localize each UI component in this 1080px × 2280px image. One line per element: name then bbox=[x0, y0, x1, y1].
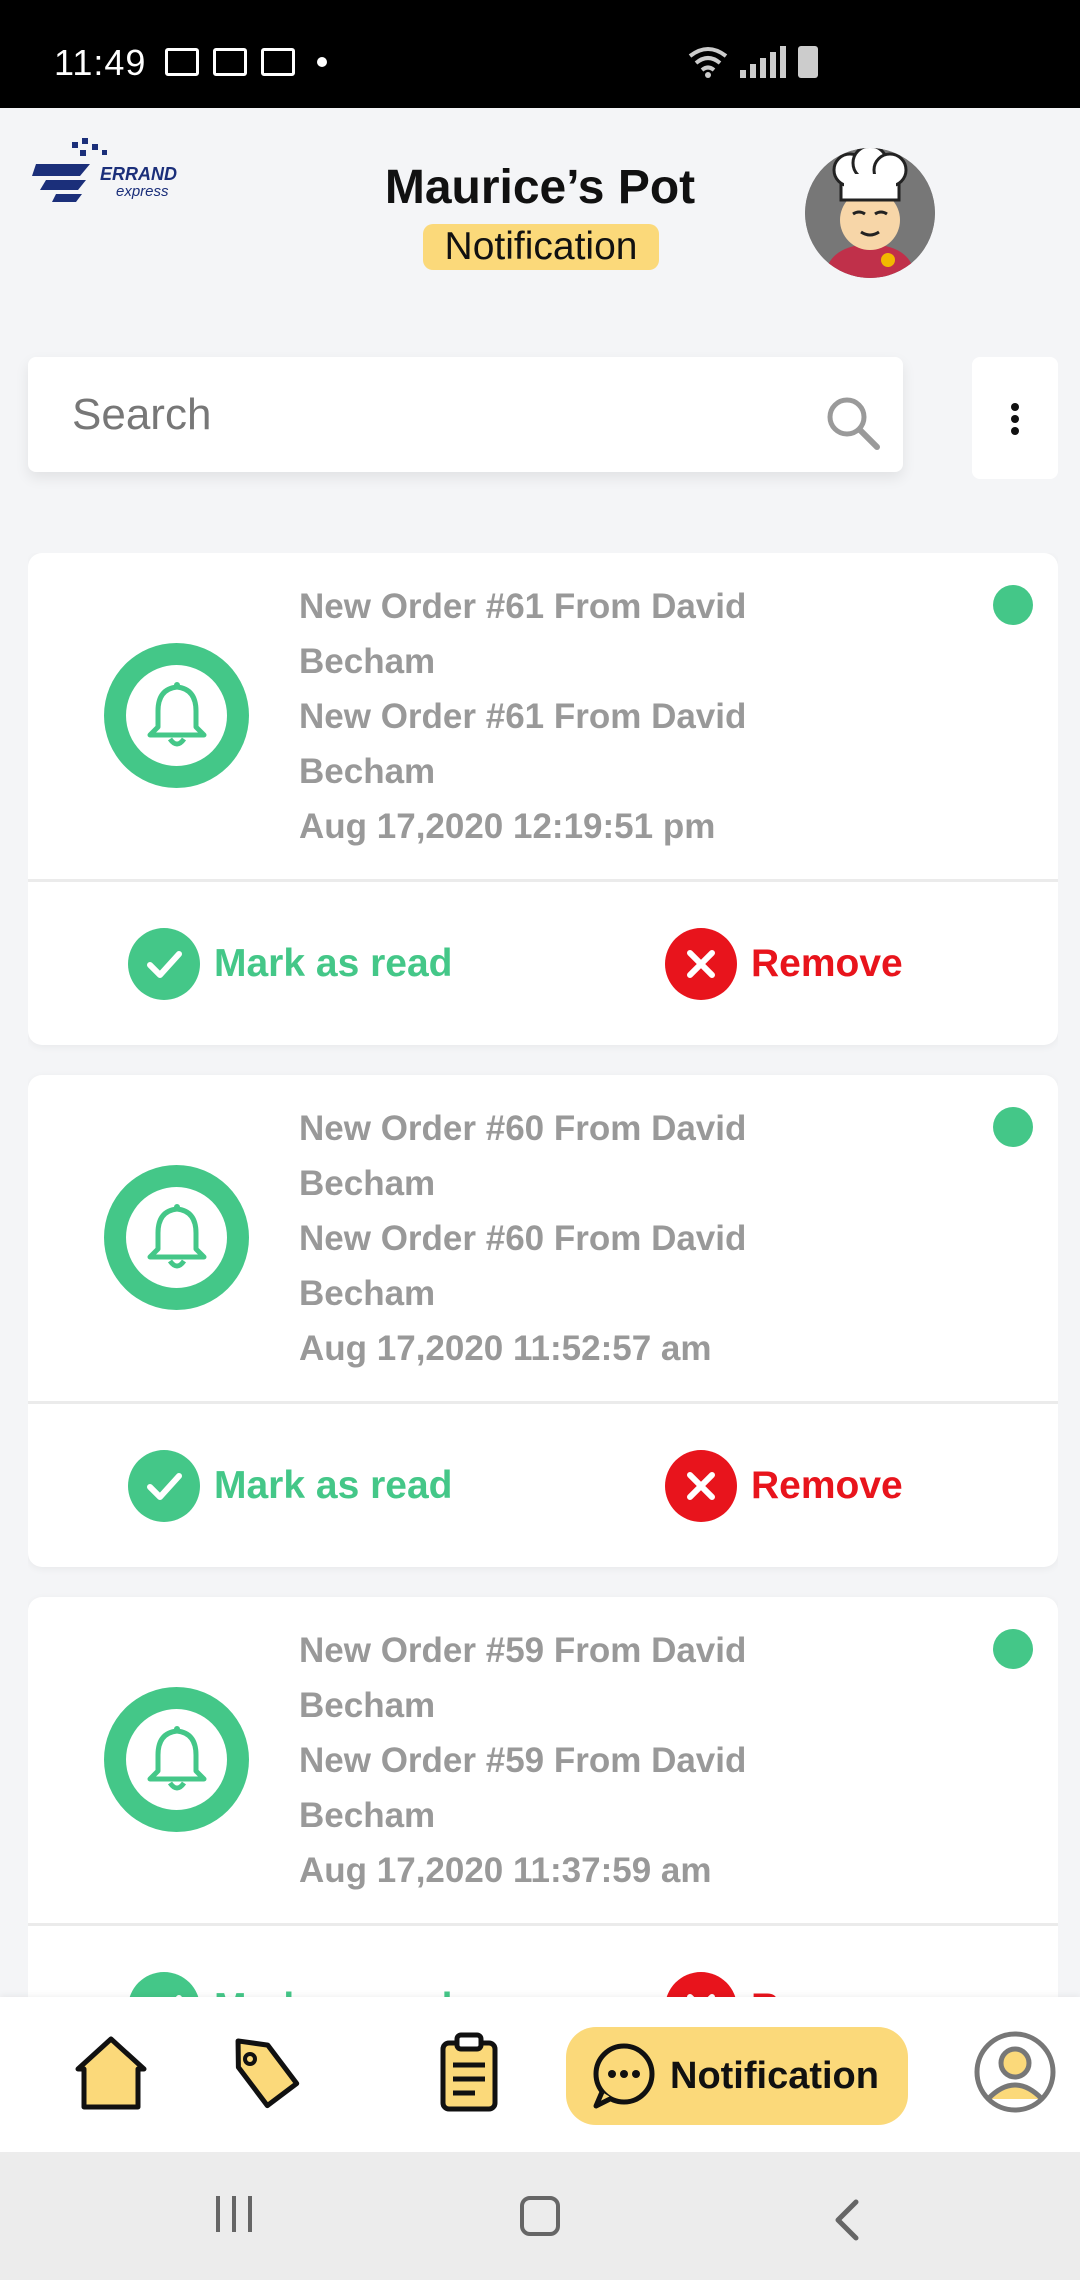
clipboard-icon bbox=[440, 2032, 498, 2112]
divider bbox=[28, 879, 1058, 882]
notification-card: New Order #61 From David Becham New Orde… bbox=[28, 553, 1058, 1045]
search-icon[interactable] bbox=[823, 393, 883, 453]
remove-label: Remove bbox=[751, 942, 903, 985]
battery-icon bbox=[798, 46, 818, 78]
notification-text: New Order #60 From David Becham New Orde… bbox=[299, 1101, 819, 1376]
page-title-badge: Notification bbox=[423, 224, 659, 270]
home-icon bbox=[75, 2036, 147, 2110]
gallery-icon bbox=[165, 48, 199, 76]
notification-timestamp: Aug 17,2020 11:52:57 am bbox=[299, 1329, 712, 1368]
notification-text: New Order #61 From David Becham New Orde… bbox=[299, 579, 819, 854]
nav-notification-label: Notification bbox=[670, 2054, 879, 2097]
notification-message: New Order #60 From David Becham bbox=[299, 1219, 747, 1313]
notification-text: New Order #59 From David Becham New Orde… bbox=[299, 1623, 819, 1898]
remove-button[interactable]: Remove bbox=[665, 927, 903, 1001]
nav-notification[interactable]: Notification bbox=[566, 2027, 908, 2125]
status-time: 11:49 bbox=[54, 42, 147, 83]
notification-timestamp: Aug 17,2020 12:19:51 pm bbox=[299, 807, 716, 846]
mark-as-read-button[interactable]: Mark as read bbox=[128, 927, 452, 1001]
notification-list[interactable]: New Order #61 From David Becham New Orde… bbox=[28, 553, 1058, 1997]
store-name: Maurice’s Pot bbox=[384, 161, 696, 214]
remove-button[interactable]: Remove bbox=[665, 1449, 903, 1523]
more-notifications-icon bbox=[317, 57, 327, 67]
check-icon bbox=[128, 1972, 200, 1997]
status-system-icons bbox=[688, 46, 818, 78]
wifi-icon bbox=[688, 47, 728, 78]
close-icon bbox=[665, 928, 737, 1000]
back-button[interactable] bbox=[832, 2198, 862, 2242]
status-bar: 11:49 bbox=[0, 0, 1080, 108]
notification-title: New Order #59 From David Becham bbox=[299, 1631, 747, 1725]
unread-indicator bbox=[993, 1107, 1033, 1147]
notification-message: New Order #61 From David Becham bbox=[299, 697, 747, 791]
mark-as-read-label: Mark as read bbox=[214, 1464, 453, 1507]
more-options-button[interactable] bbox=[972, 357, 1058, 479]
signal-icon bbox=[740, 46, 786, 78]
mail-icon bbox=[213, 48, 247, 76]
recent-apps-button[interactable] bbox=[216, 2196, 252, 2232]
status-notification-icons bbox=[165, 48, 327, 76]
svg-text:express: express bbox=[116, 183, 169, 200]
nav-orders[interactable] bbox=[425, 2027, 515, 2117]
bell-icon bbox=[104, 643, 249, 788]
unread-indicator bbox=[993, 585, 1033, 625]
check-icon bbox=[128, 1450, 200, 1522]
chat-icon bbox=[593, 2043, 655, 2109]
system-navigation-bar bbox=[0, 2152, 1080, 2280]
mark-as-read-button[interactable]: Mark as read bbox=[128, 1449, 452, 1523]
bottom-navigation: Notification bbox=[0, 1997, 1080, 2152]
more-vertical-icon bbox=[1011, 403, 1019, 411]
nav-profile[interactable] bbox=[970, 2027, 1060, 2117]
divider bbox=[28, 1401, 1058, 1404]
nav-offers[interactable] bbox=[220, 2027, 310, 2117]
close-icon bbox=[665, 1450, 737, 1522]
chef-avatar[interactable] bbox=[805, 148, 935, 278]
search-bar bbox=[28, 357, 903, 472]
notification-message: New Order #59 From David Becham bbox=[299, 1741, 747, 1835]
remove-label: Remove bbox=[751, 1464, 903, 1507]
notification-title: New Order #60 From David Becham bbox=[299, 1109, 747, 1203]
bell-icon bbox=[104, 1165, 249, 1310]
divider bbox=[28, 1923, 1058, 1926]
svg-text:ERRAND: ERRAND bbox=[100, 164, 177, 184]
bell-icon bbox=[104, 1687, 249, 1832]
unread-indicator bbox=[993, 1629, 1033, 1669]
remove-label: Remove bbox=[751, 1986, 903, 1997]
remove-button[interactable]: Remove bbox=[665, 1971, 903, 1997]
errand-express-logo: ERRAND express bbox=[32, 136, 192, 206]
notification-timestamp: Aug 17,2020 11:37:59 am bbox=[299, 1851, 712, 1890]
tag-icon bbox=[235, 2038, 300, 2109]
notification-card: New Order #59 From David Becham New Orde… bbox=[28, 1597, 1058, 1997]
mark-as-read-label: Mark as read bbox=[214, 942, 453, 985]
check-icon bbox=[128, 928, 200, 1000]
mark-as-read-button[interactable]: Mark as read bbox=[128, 1971, 452, 1997]
gmail-icon bbox=[261, 48, 295, 76]
home-button[interactable] bbox=[520, 2196, 560, 2236]
close-icon bbox=[665, 1972, 737, 1997]
profile-icon bbox=[974, 2031, 1056, 2113]
search-input[interactable] bbox=[72, 387, 772, 443]
mark-as-read-label: Mark as read bbox=[214, 1986, 452, 1997]
notification-card: New Order #60 From David Becham New Orde… bbox=[28, 1075, 1058, 1567]
nav-home[interactable] bbox=[66, 2027, 156, 2117]
notification-title: New Order #61 From David Becham bbox=[299, 587, 747, 681]
